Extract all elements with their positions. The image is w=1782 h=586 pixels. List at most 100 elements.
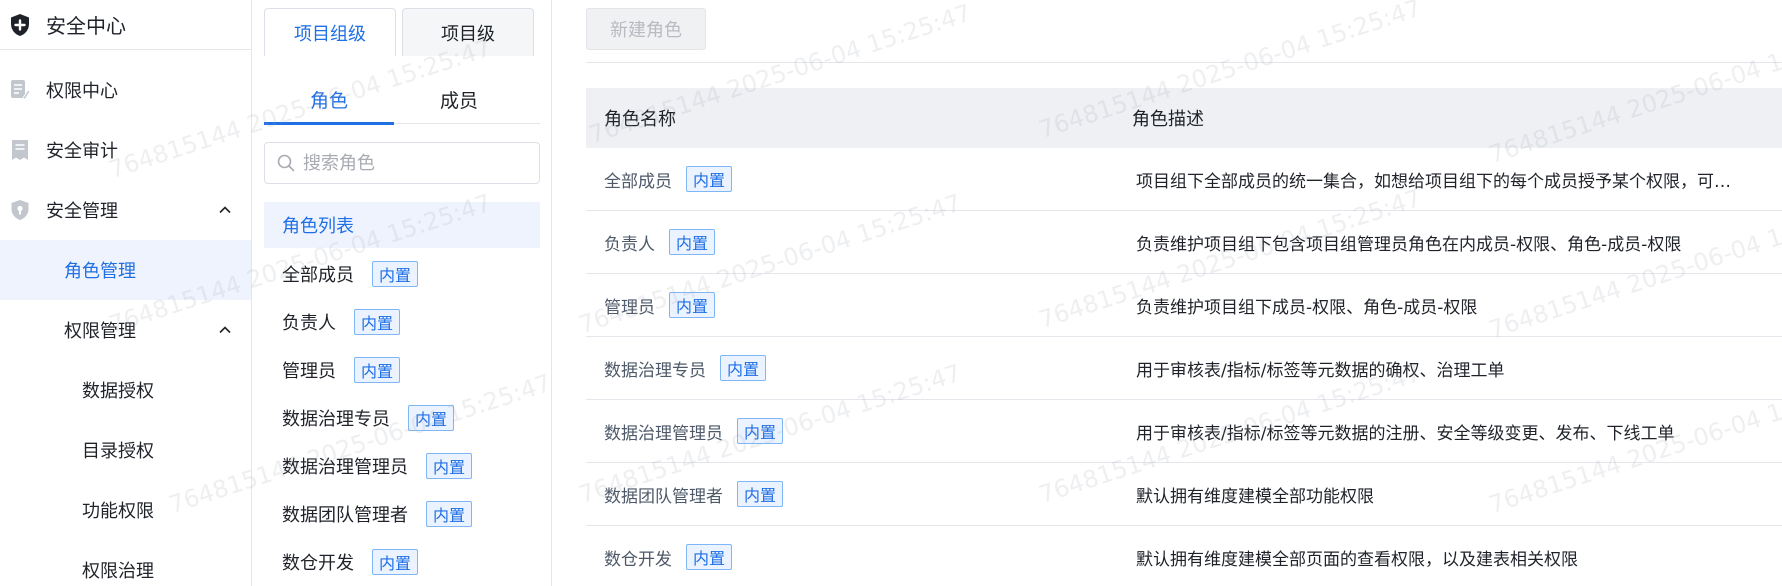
role-list-item[interactable]: 全部成员 内置 (264, 250, 540, 298)
cell-role-desc: 用于审核表/指标/标签等元数据的确权、治理工单 (1136, 360, 1505, 381)
role-name: 数据治理管理员 (282, 457, 408, 478)
cell-role-desc: 默认拥有维度建模全部功能权限 (1136, 486, 1374, 507)
role-name: 数仓开发 (282, 553, 354, 574)
role-name: 负责人 (604, 234, 655, 255)
main-content: 新建角色 角色名称 角色描述 全部成员 内置 项目组下全部成员的统一集合，如想给项… (552, 0, 1782, 586)
sidebar-item-label: 权限治理 (82, 561, 154, 582)
role-name: 数据治理专员 (604, 360, 706, 381)
sidebar-item-permission-management[interactable]: 权限管理 (0, 300, 251, 360)
role-list-item[interactable]: 数据治理管理员 内置 (264, 442, 540, 490)
new-role-button[interactable]: 新建角色 (586, 8, 706, 50)
cell-role-desc: 负责维护项目组下包含项目组管理员角色在内成员-权限、角色-成员-权限 (1136, 234, 1682, 255)
builtin-badge: 内置 (354, 357, 401, 383)
tab-project-level[interactable]: 项目级 (402, 8, 534, 56)
sidebar-item-label: 功能权限 (82, 501, 154, 522)
role-member-tabs: 角色 成员 (264, 74, 540, 125)
role-search-box (264, 142, 540, 184)
security-center-app: 安全中心 权限中心 安全审计 安全管理 角色管理 权限管理 数据授权 目录授权 … (0, 0, 1782, 586)
sidebar-item-label: 安全管理 (46, 201, 118, 222)
builtin-badge: 内置 (372, 261, 419, 287)
cell-role-desc: 用于审核表/指标/标签等元数据的注册、安全等级变更、发布、下线工单 (1136, 423, 1675, 444)
role-table: 角色名称 角色描述 全部成员 内置 项目组下全部成员的统一集合，如想给项目组下的每… (586, 88, 1782, 586)
table-row[interactable]: 数据团队管理者 内置 默认拥有维度建模全部功能权限 (586, 463, 1782, 526)
sidebar: 安全中心 权限中心 安全审计 安全管理 角色管理 权限管理 数据授权 目录授权 … (0, 0, 252, 586)
role-name: 数据治理专员 (282, 409, 390, 430)
sidebar-item-permission-governance[interactable]: 权限治理 (0, 540, 251, 586)
chevron-up-icon (219, 206, 231, 214)
table-row[interactable]: 数据治理专员 内置 用于审核表/指标/标签等元数据的确权、治理工单 (586, 337, 1782, 400)
sidebar-item-role-management[interactable]: 角色管理 (0, 240, 251, 300)
sidebar-brand: 安全中心 (0, 0, 251, 50)
sidebar-item-label: 权限管理 (64, 321, 136, 342)
builtin-badge: 内置 (720, 355, 767, 381)
sidebar-item-catalog-authorization[interactable]: 目录授权 (0, 420, 251, 480)
tab-project-group-level[interactable]: 项目组级 (264, 8, 396, 56)
table-row[interactable]: 全部成员 内置 项目组下全部成员的统一集合，如想给项目组下的每个成员授予某个权限，… (586, 148, 1782, 211)
column-header-role-desc: 角色描述 (1132, 109, 1204, 130)
scope-tabs: 项目组级 项目级 (264, 8, 534, 56)
role-list-item[interactable]: 数仓开发 内置 (264, 538, 540, 586)
builtin-badge: 内置 (737, 418, 784, 444)
role-panel: 项目组级 项目级 角色 成员 角色列表 全部成员内置 负责人内置 管理员内置 数… (252, 0, 552, 586)
sidebar-item-label: 目录授权 (82, 441, 154, 462)
audit-icon (9, 139, 31, 161)
role-list-item[interactable]: 负责人 内置 (264, 298, 540, 346)
cell-role-name: 负责人 内置 (586, 229, 1132, 255)
table-row[interactable]: 数据治理管理员 内置 用于审核表/指标/标签等元数据的注册、安全等级变更、发布、下… (586, 400, 1782, 463)
role-name: 全部成员 (282, 265, 354, 286)
role-name: 全部成员 (604, 171, 672, 192)
sidebar-item-label: 数据授权 (82, 381, 154, 402)
sidebar-item-label: 权限中心 (46, 81, 118, 102)
security-manage-icon (9, 199, 31, 221)
sidebar-item-data-authorization[interactable]: 数据授权 (0, 360, 251, 420)
builtin-badge: 内置 (737, 481, 784, 507)
cell-role-name: 数据团队管理者 内置 (586, 481, 1132, 507)
sidebar-item-security-management[interactable]: 安全管理 (0, 180, 251, 240)
table-row[interactable]: 管理员 内置 负责维护项目组下成员-权限、角色-成员-权限 (586, 274, 1782, 337)
sidebar-item-security-audit[interactable]: 安全审计 (0, 120, 251, 180)
cell-role-desc: 项目组下全部成员的统一集合，如想给项目组下的每个成员授予某个权限，可… (1136, 171, 1731, 192)
role-list-header[interactable]: 角色列表 (264, 202, 540, 248)
role-list-item[interactable]: 数据团队管理者 内置 (264, 490, 540, 538)
builtin-badge: 内置 (372, 549, 419, 575)
builtin-badge: 内置 (686, 544, 733, 570)
cell-role-name: 数仓开发 内置 (586, 544, 1132, 570)
builtin-badge: 内置 (669, 229, 716, 255)
cell-role-name: 全部成员 内置 (586, 166, 1132, 192)
role-name: 负责人 (282, 313, 336, 334)
tab-roles[interactable]: 角色 (264, 74, 394, 125)
role-name: 数据团队管理者 (604, 486, 723, 507)
role-name: 管理员 (604, 297, 655, 318)
table-header: 角色名称 角色描述 (586, 88, 1782, 148)
sidebar-title: 安全中心 (46, 14, 126, 38)
column-header-role-name: 角色名称 (604, 109, 676, 130)
cell-role-name: 数据治理管理员 内置 (586, 418, 1132, 444)
cell-role-desc: 负责维护项目组下成员-权限、角色-成员-权限 (1136, 297, 1478, 318)
role-name: 数据团队管理者 (282, 505, 408, 526)
chevron-up-icon (219, 326, 231, 334)
sidebar-item-label: 角色管理 (64, 261, 136, 282)
table-row[interactable]: 数仓开发 内置 默认拥有维度建模全部页面的查看权限，以及建表相关权限 (586, 526, 1782, 586)
role-list-item[interactable]: 管理员 内置 (264, 346, 540, 394)
role-list: 全部成员 内置 负责人 内置 管理员 内置 数据治理专员 内置 数据治理管理员 内置 数据… (264, 250, 540, 586)
permission-center-icon (9, 79, 31, 101)
builtin-badge: 内置 (354, 309, 401, 335)
search-icon (277, 154, 295, 172)
divider (586, 62, 1782, 63)
sidebar-item-permission-center[interactable]: 权限中心 (0, 60, 251, 120)
cell-role-name: 管理员 内置 (586, 292, 1132, 318)
tab-members[interactable]: 成员 (394, 74, 524, 124)
role-name: 数仓开发 (604, 549, 672, 570)
builtin-badge: 内置 (426, 501, 473, 527)
cell-role-desc: 默认拥有维度建模全部页面的查看权限，以及建表相关权限 (1136, 549, 1578, 570)
table-row[interactable]: 负责人 内置 负责维护项目组下包含项目组管理员角色在内成员-权限、角色-成员-权限 (586, 211, 1782, 274)
role-search-input[interactable] (303, 152, 523, 174)
role-name: 管理员 (282, 361, 336, 382)
builtin-badge: 内置 (426, 453, 473, 479)
builtin-badge: 内置 (686, 166, 733, 192)
role-list-item[interactable]: 数据治理专员 内置 (264, 394, 540, 442)
sidebar-item-label: 安全审计 (46, 141, 118, 162)
sidebar-item-function-permission[interactable]: 功能权限 (0, 480, 251, 540)
builtin-badge: 内置 (408, 405, 455, 431)
cell-role-name: 数据治理专员 内置 (586, 355, 1132, 381)
